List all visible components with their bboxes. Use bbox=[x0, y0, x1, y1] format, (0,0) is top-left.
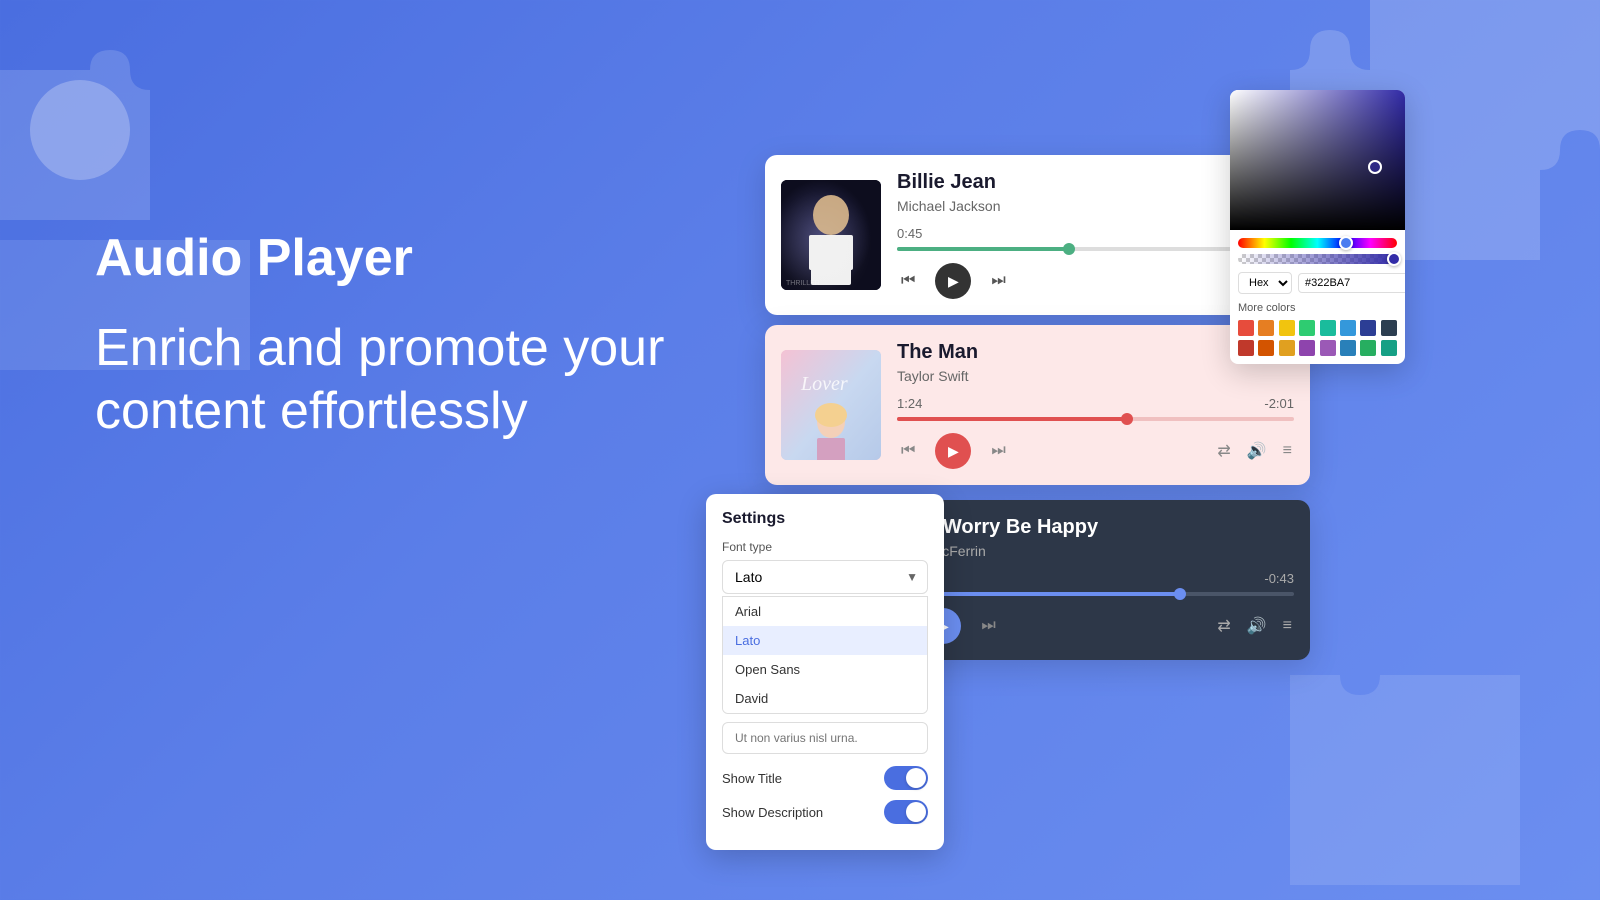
forward-button-1[interactable]: ⏭ bbox=[987, 268, 1009, 294]
font-option-lato[interactable]: Lato bbox=[723, 626, 927, 655]
settings-title: Settings bbox=[722, 510, 928, 528]
swatch-orange[interactable] bbox=[1258, 320, 1274, 336]
color-picker: Hex More colors bbox=[1230, 90, 1405, 364]
progress-fill-1 bbox=[897, 247, 1069, 251]
album-art-2: Lover bbox=[781, 350, 881, 460]
hero-section: Audio Player Enrich and promote your con… bbox=[95, 230, 715, 442]
swatch-purple[interactable] bbox=[1299, 340, 1315, 356]
hero-subtitle: Enrich and promote your content effortle… bbox=[95, 317, 715, 442]
hero-title: Audio Player bbox=[95, 230, 715, 287]
swatch-dark-green[interactable] bbox=[1360, 340, 1376, 356]
controls-3: ⏮ ▶ ⏭ ⇄ 🔊 ≡ bbox=[887, 608, 1294, 644]
rewind-button-2[interactable]: ⏮ bbox=[897, 438, 919, 464]
more-colors-label: More colors bbox=[1238, 302, 1397, 314]
progress-bar-3[interactable] bbox=[887, 592, 1294, 596]
time-total-3: -0:43 bbox=[1264, 571, 1294, 586]
color-picker-dot[interactable] bbox=[1368, 160, 1382, 174]
time-total-2: -2:01 bbox=[1264, 396, 1294, 411]
progress-bar-1[interactable] bbox=[897, 247, 1279, 251]
hue-thumb bbox=[1339, 236, 1353, 250]
controls-1: ⏮ ▶ ⏭ bbox=[897, 263, 1279, 299]
shuffle-button-3[interactable]: ⇄ bbox=[1215, 614, 1232, 638]
swatch-mid-blue[interactable] bbox=[1340, 340, 1356, 356]
svg-text:THRILLER: THRILLER bbox=[786, 280, 820, 287]
play-button-1[interactable]: ▶ bbox=[935, 263, 971, 299]
alpha-slider[interactable] bbox=[1238, 254, 1397, 264]
font-option-opensans[interactable]: Open Sans bbox=[723, 655, 927, 684]
player-info-1: Billie Jean Michael Jackson 0:45 ⏮ ▶ ⏭ bbox=[897, 171, 1279, 299]
player-info-3: Don't Worry Be Happy Bobby McFerrin 1:18… bbox=[887, 516, 1294, 644]
swatch-dark-teal[interactable] bbox=[1381, 340, 1397, 356]
controls-2: ⏮ ▶ ⏭ ⇄ 🔊 ≡ bbox=[897, 433, 1294, 469]
forward-button-3[interactable]: ⏭ bbox=[977, 613, 999, 639]
show-title-label: Show Title bbox=[722, 771, 782, 786]
hue-slider[interactable] bbox=[1238, 238, 1397, 248]
extra-controls-2: ⇄ 🔊 ≡ bbox=[1215, 439, 1294, 463]
hex-value-input[interactable] bbox=[1298, 273, 1405, 293]
settings-panel: Settings Font type Lato ▼ Arial Lato Ope… bbox=[706, 494, 944, 850]
track-title-1: Billie Jean bbox=[897, 171, 1279, 194]
rewind-button-1[interactable]: ⏮ bbox=[897, 268, 919, 294]
swatch-blue[interactable] bbox=[1340, 320, 1356, 336]
time-row-1: 0:45 bbox=[897, 226, 1279, 241]
time-row-2: 1:24 -2:01 bbox=[897, 396, 1294, 411]
swatch-red[interactable] bbox=[1238, 320, 1254, 336]
menu-button-3[interactable]: ≡ bbox=[1281, 615, 1294, 637]
track-artist-1: Michael Jackson bbox=[897, 198, 1279, 214]
volume-button-2[interactable]: 🔊 bbox=[1245, 439, 1269, 463]
swatch-dark-orange[interactable] bbox=[1258, 340, 1274, 356]
hex-row: Hex bbox=[1238, 272, 1397, 294]
time-row-3: 1:18 -0:43 bbox=[887, 571, 1294, 586]
track-title-3: Don't Worry Be Happy bbox=[887, 516, 1294, 539]
player-card-1: THRILLER Billie Jean Michael Jackson 0:4… bbox=[765, 155, 1295, 315]
font-preview-input[interactable] bbox=[722, 722, 928, 754]
alpha-thumb bbox=[1387, 252, 1401, 266]
swatch-dark-red[interactable] bbox=[1238, 340, 1254, 356]
font-type-select[interactable]: Lato bbox=[722, 560, 928, 594]
show-description-toggle[interactable] bbox=[884, 800, 928, 824]
track-artist-3: Bobby McFerrin bbox=[887, 543, 1294, 559]
track-artist-2: Taylor Swift bbox=[897, 368, 1294, 384]
color-gradient[interactable] bbox=[1230, 90, 1405, 230]
forward-button-2[interactable]: ⏭ bbox=[987, 438, 1009, 464]
hex-format-select[interactable]: Hex bbox=[1238, 272, 1292, 294]
show-description-label: Show Description bbox=[722, 805, 823, 820]
shuffle-button-2[interactable]: ⇄ bbox=[1215, 439, 1232, 463]
svg-text:Lover: Lover bbox=[800, 373, 848, 395]
extra-controls-3: ⇄ 🔊 ≡ bbox=[1215, 614, 1294, 638]
swatch-teal[interactable] bbox=[1320, 320, 1336, 336]
show-title-toggle[interactable] bbox=[884, 766, 928, 790]
font-option-arial[interactable]: Arial bbox=[723, 597, 927, 626]
volume-button-3[interactable]: 🔊 bbox=[1245, 614, 1269, 638]
swatch-yellow[interactable] bbox=[1279, 320, 1295, 336]
player-card-2: Lover The Man Taylor Swift 1:24 -2:01 ⏮ … bbox=[765, 325, 1310, 485]
swatch-green[interactable] bbox=[1299, 320, 1315, 336]
menu-button-2[interactable]: ≡ bbox=[1281, 440, 1294, 462]
color-swatches bbox=[1238, 320, 1397, 356]
show-title-row: Show Title bbox=[722, 766, 928, 790]
color-picker-body: Hex More colors bbox=[1230, 230, 1405, 364]
font-type-label: Font type bbox=[722, 540, 928, 554]
time-current-1: 0:45 bbox=[897, 226, 922, 241]
time-current-2: 1:24 bbox=[897, 396, 922, 411]
swatch-dark-blue[interactable] bbox=[1360, 320, 1376, 336]
album-art-1: THRILLER bbox=[781, 180, 881, 290]
progress-bar-2[interactable] bbox=[897, 417, 1294, 421]
font-option-david[interactable]: David bbox=[723, 684, 927, 713]
swatch-light-purple[interactable] bbox=[1320, 340, 1336, 356]
play-button-2[interactable]: ▶ bbox=[935, 433, 971, 469]
font-dropdown-list: Arial Lato Open Sans David bbox=[722, 596, 928, 714]
swatch-navy[interactable] bbox=[1381, 320, 1397, 336]
show-description-row: Show Description bbox=[722, 800, 928, 824]
progress-fill-2 bbox=[897, 417, 1127, 421]
font-select-wrapper: Lato ▼ bbox=[722, 560, 928, 594]
swatch-dark-yellow[interactable] bbox=[1279, 340, 1295, 356]
